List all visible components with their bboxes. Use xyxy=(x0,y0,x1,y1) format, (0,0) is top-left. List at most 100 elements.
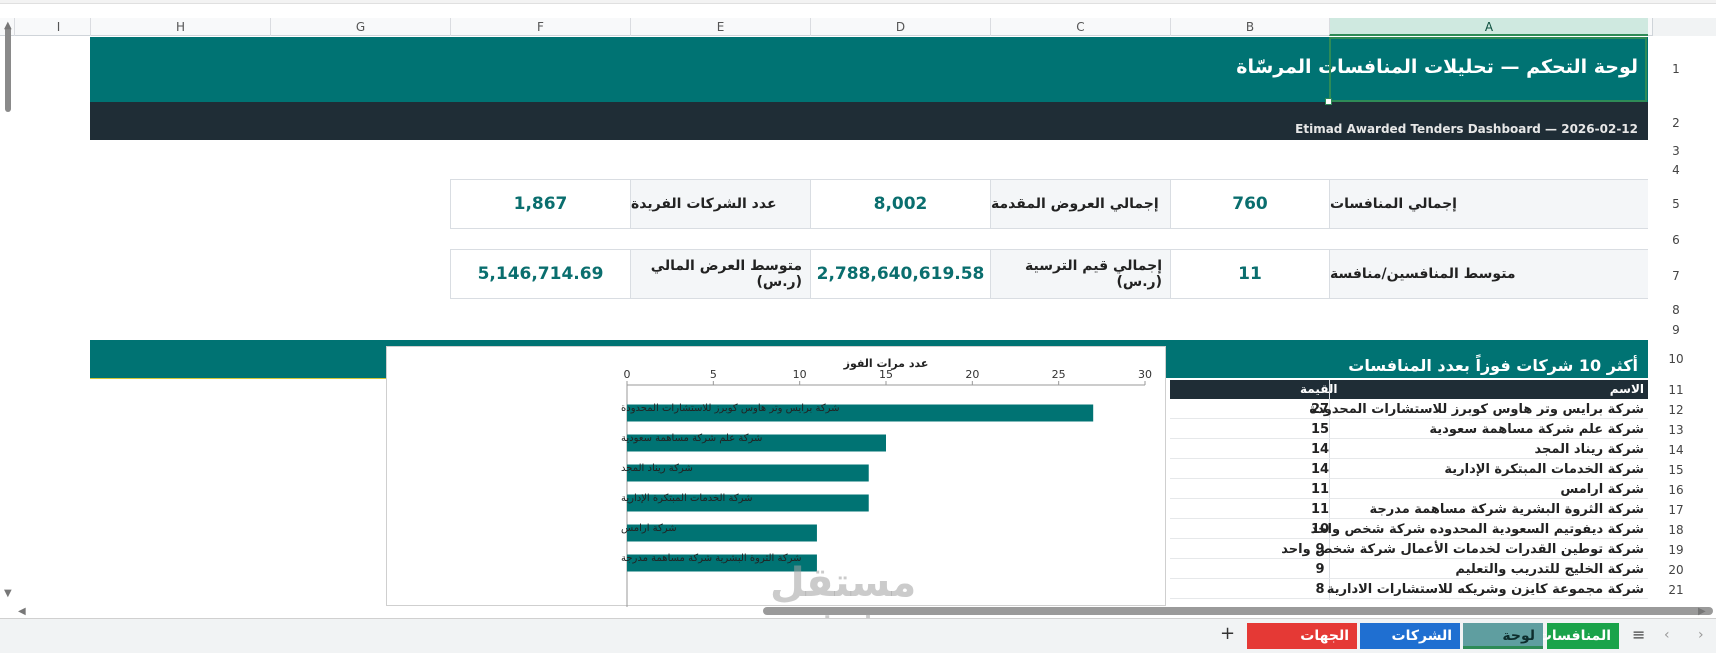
tab-competitions[interactable]: المنافسات xyxy=(1538,623,1619,649)
x-tick-label: 5 xyxy=(710,368,717,381)
y-category-label: شركة برايس وتر هاوس كوبرز للاستشارات الم… xyxy=(621,403,839,414)
kpi-label-avg-offer: متوسط العرض المالي (ر.س) xyxy=(630,250,810,298)
kpi-value-avg-offer: 5,146,714.69 xyxy=(477,264,604,284)
row-header-13[interactable]: 13 xyxy=(1666,423,1686,437)
col-header-h[interactable]: H xyxy=(90,18,270,36)
table-cell-name: شركة علم شركة مساهمة سعودية xyxy=(1429,422,1644,437)
col-header-f[interactable]: F xyxy=(450,18,630,36)
col-header-i[interactable]: I xyxy=(14,18,102,36)
toolbar-strip xyxy=(0,0,1716,4)
dashboard-subtitle-banner: Etimad Awarded Tenders Dashboard — 2026-… xyxy=(90,102,1648,140)
active-cell-outline[interactable] xyxy=(1329,37,1647,102)
table-cell-name: شركة الخدمات المبتكرة الإدارية xyxy=(1444,462,1644,477)
kpi-value-unique-companies: 1,867 xyxy=(513,194,568,214)
vertical-scrollbar[interactable] xyxy=(3,20,13,600)
x-tick-label: 15 xyxy=(879,368,893,381)
vertical-scroll-thumb[interactable] xyxy=(5,26,11,112)
row-header-5[interactable]: 5 xyxy=(1666,197,1686,211)
row-header-11[interactable]: 11 xyxy=(1666,383,1686,397)
table-row[interactable]: شركة الثروة البشرية شركة مساهمة مدرجة 11 xyxy=(1170,499,1648,519)
kpi-label-unique-companies: عدد الشركات الفريدة xyxy=(630,180,810,228)
col-header-a[interactable]: A xyxy=(1329,18,1648,36)
row-header-7[interactable]: 7 xyxy=(1666,269,1686,283)
row-header-12[interactable]: 12 xyxy=(1666,403,1686,417)
kpi-value-total-award: 2,788,640,619.58 xyxy=(810,250,990,298)
tab-government-entities[interactable]: الجهات الحكومية xyxy=(1247,623,1357,649)
table-row[interactable]: شركة توطين القدرات لخدمات الأعمال شركة ش… xyxy=(1170,539,1648,559)
table-row[interactable]: شركة برايس وتر هاوس كوبرز للاستشارات الم… xyxy=(1170,399,1648,419)
top-winners-title: أكثر 10 شركات فوزاً بعدد المنافسات xyxy=(1348,356,1638,375)
table-header-value: القيمة xyxy=(1300,382,1338,396)
scroll-up-arrow-icon[interactable]: ▲ xyxy=(4,20,12,31)
scroll-right-arrow-icon[interactable]: ▶ xyxy=(1698,606,1706,617)
scroll-left-arrow-icon[interactable]: ◀ xyxy=(18,606,26,617)
col-header-c[interactable]: C xyxy=(990,18,1170,36)
table-cell-value: 9 xyxy=(1315,542,1325,557)
select-all-corner[interactable] xyxy=(1652,18,1716,36)
table-row[interactable]: شركة ديفوتيم السعودية المحدوده شركة شخص … xyxy=(1170,519,1648,539)
dashboard-subtitle: Etimad Awarded Tenders Dashboard — 2026-… xyxy=(1295,122,1638,136)
row-header-20[interactable]: 20 xyxy=(1666,563,1686,577)
row-header-3[interactable]: 3 xyxy=(1666,144,1686,158)
spreadsheet-app: I H G F E D C B A 1 2 3 4 5 6 7 8 9 10 1… xyxy=(0,0,1716,653)
table-cell-value: 14 xyxy=(1310,442,1330,457)
column-header-bar: I H G F E D C B A xyxy=(0,18,1716,36)
row-header-1[interactable]: 1 xyxy=(1666,62,1686,76)
y-category-label: شركة ارامس xyxy=(621,523,677,534)
fill-handle[interactable] xyxy=(1325,98,1332,105)
table-row[interactable]: شركة ريناد المجد 14 xyxy=(1170,439,1648,459)
col-header-g[interactable]: G xyxy=(270,18,450,36)
x-tick-label: 10 xyxy=(793,368,807,381)
kpi-value-avg-competitors: 11 xyxy=(1170,250,1329,298)
row-header-16[interactable]: 16 xyxy=(1666,483,1686,497)
table-header: الاسم القيمة xyxy=(1170,380,1648,399)
kpi-label-total-award: إجمالي قيم الترسية (ر.س) xyxy=(990,250,1170,298)
row-header-21[interactable]: 21 xyxy=(1666,583,1686,597)
col-header-d[interactable]: D xyxy=(810,18,990,36)
row-header-15[interactable]: 15 xyxy=(1666,463,1686,477)
add-sheet-icon[interactable]: + xyxy=(1220,623,1235,644)
sheet-tab-bar: › ‹ ≡ المنافسات لوحة التحكم الشركات الفا… xyxy=(0,618,1716,653)
row-header-6[interactable]: 6 xyxy=(1666,233,1686,247)
scroll-down-arrow-icon[interactable]: ▼ xyxy=(4,588,12,599)
x-tick-label: 25 xyxy=(1052,368,1066,381)
col-header-b[interactable]: B xyxy=(1170,18,1329,36)
table-row[interactable]: شركة ارامس 11 xyxy=(1170,479,1648,499)
row-header-4[interactable]: 4 xyxy=(1666,163,1686,177)
row-header-14[interactable]: 14 xyxy=(1666,443,1686,457)
table-cell-value: 14 xyxy=(1310,462,1330,477)
y-category-label: شركة الخدمات المبتكرة الإدارية xyxy=(621,493,753,504)
x-tick-label: 20 xyxy=(965,368,979,381)
row-header-2[interactable]: 2 xyxy=(1666,116,1686,130)
table-cell-name: شركة مجموعة كايزن وشريكه للاستشارات الاد… xyxy=(1326,582,1644,597)
col-header-e[interactable]: E xyxy=(630,18,810,36)
row-header-17[interactable]: 17 xyxy=(1666,503,1686,517)
kpi-value-total-bids: 8,002 xyxy=(810,180,990,228)
row-header-8[interactable]: 8 xyxy=(1666,303,1686,317)
kpi-label-avg-competitors: متوسط المنافسين/منافسة xyxy=(1329,250,1648,298)
table-row[interactable]: شركة الخليج للتدريب والتعليم 9 xyxy=(1170,559,1648,579)
table-cell-name: شركة ريناد المجد xyxy=(1534,442,1644,457)
y-category-label: شركة علم شركة مساهمة سعودية xyxy=(621,433,762,444)
table-row[interactable]: شركة مجموعة كايزن وشريكه للاستشارات الاد… xyxy=(1170,579,1648,599)
sheet-list-menu-icon[interactable]: ≡ xyxy=(1632,625,1645,644)
kpi-row-1: إجمالي المنافسات 760 إجمالي العروض المقد… xyxy=(450,179,1648,229)
table-row[interactable]: شركة الخدمات المبتكرة الإدارية 14 xyxy=(1170,459,1648,479)
table-cell-value: 27 xyxy=(1310,402,1330,417)
tab-scroll-right-icon[interactable]: › xyxy=(1698,627,1704,643)
tab-winning-companies[interactable]: الشركات الفائزة xyxy=(1360,623,1460,649)
tab-dashboard[interactable]: لوحة التحكم xyxy=(1463,623,1543,649)
table-row[interactable]: شركة علم شركة مساهمة سعودية 15 xyxy=(1170,419,1648,439)
x-tick-label: 0 xyxy=(624,368,631,381)
watermark-logo: مستقل xyxy=(770,560,917,606)
table-cell-name: شركة الثروة البشرية شركة مساهمة مدرجة xyxy=(1369,502,1644,517)
banner-accent-line xyxy=(90,378,388,379)
row-header-10[interactable]: 10 xyxy=(1666,352,1686,366)
row-header-19[interactable]: 19 xyxy=(1666,543,1686,557)
table-cell-name: شركة الخليج للتدريب والتعليم xyxy=(1455,562,1644,577)
table-cell-value: 15 xyxy=(1310,422,1330,437)
table-cell-name: شركة ديفوتيم السعودية المحدوده شركة شخص … xyxy=(1310,522,1644,537)
row-header-18[interactable]: 18 xyxy=(1666,523,1686,537)
row-header-9[interactable]: 9 xyxy=(1666,323,1686,337)
tab-scroll-left-icon[interactable]: ‹ xyxy=(1664,627,1670,643)
